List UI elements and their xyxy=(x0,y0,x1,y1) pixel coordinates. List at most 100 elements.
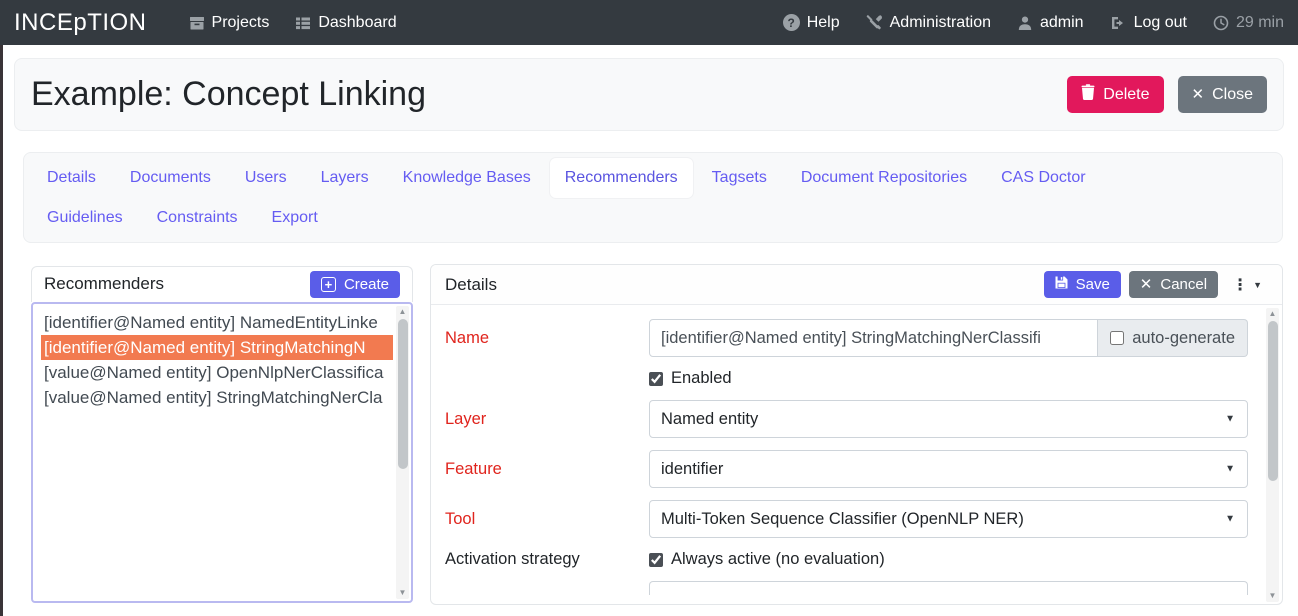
tab-constraints[interactable]: Constraints xyxy=(142,198,253,238)
recommender-list-item[interactable]: [value@Named entity] OpenNlpNerClassific… xyxy=(41,360,393,385)
name-label: Name xyxy=(445,329,649,348)
scrollbar-thumb[interactable] xyxy=(398,319,408,469)
nav-dashboard-label: Dashboard xyxy=(318,14,396,32)
scroll-down-arrow-icon[interactable]: ▼ xyxy=(1266,590,1279,602)
scroll-up-arrow-icon[interactable]: ▲ xyxy=(396,306,409,318)
always-active-label: Always active (no evaluation) xyxy=(671,550,885,569)
details-panel-title: Details xyxy=(445,275,497,295)
session-timer: 29 min xyxy=(1213,14,1284,32)
recommenders-panel-title: Recommenders xyxy=(44,274,164,294)
tab-documents[interactable]: Documents xyxy=(115,158,226,198)
chevron-down-icon: ▼ xyxy=(1225,414,1235,425)
nav-user-label: admin xyxy=(1040,14,1084,32)
scroll-down-arrow-icon[interactable]: ▼ xyxy=(396,587,409,599)
auto-generate-label: auto-generate xyxy=(1132,329,1235,348)
tool-field-row: Tool Multi-Token Sequence Classifier (Op… xyxy=(445,500,1248,538)
activation-strategy-label: Activation strategy xyxy=(445,550,649,569)
always-active-check-row: Always active (no evaluation) xyxy=(649,550,1248,569)
layer-select[interactable]: Named entity ▼ xyxy=(649,400,1248,438)
tab-recommenders[interactable]: Recommenders xyxy=(550,158,693,198)
user-icon xyxy=(1017,15,1033,31)
enabled-checkbox[interactable] xyxy=(649,372,663,386)
page-title: Example: Concept Linking xyxy=(31,75,426,114)
tab-users[interactable]: Users xyxy=(230,158,302,198)
tab-document-repositories[interactable]: Document Repositories xyxy=(786,158,982,198)
activation-strategy-row: Activation strategy Always active (no ev… xyxy=(445,550,1248,569)
cancel-button-label: Cancel xyxy=(1160,276,1207,293)
nav-user[interactable]: admin xyxy=(1017,14,1084,32)
delete-button[interactable]: Delete xyxy=(1067,76,1163,113)
list-scrollbar[interactable]: ▲ ▼ xyxy=(396,306,409,599)
clipped-field-row xyxy=(445,581,1248,595)
save-button-label: Save xyxy=(1076,276,1110,293)
layer-select-value: Named entity xyxy=(661,410,758,429)
archive-icon xyxy=(189,15,205,31)
details-panel-header: Details Save ✕ Cancel ⋮ ▼ xyxy=(431,265,1282,305)
recommenders-panel: Recommenders + Create [identifier@Named … xyxy=(31,266,413,603)
nav-administration-label: Administration xyxy=(890,14,991,32)
more-actions-dropdown[interactable]: ⋮ ▼ xyxy=(1226,271,1268,299)
always-active-checkbox[interactable] xyxy=(649,553,663,567)
enabled-label: Enabled xyxy=(671,369,732,388)
nav-projects[interactable]: Projects xyxy=(189,14,270,32)
cancel-icon: ✕ xyxy=(1140,277,1153,292)
project-title-card: Example: Concept Linking Delete ✕ Close xyxy=(14,58,1284,131)
tab-row-1: Details Documents Users Layers Knowledge… xyxy=(32,158,1274,198)
layer-label: Layer xyxy=(445,410,649,429)
app-brand[interactable]: INCEpTION xyxy=(14,9,147,37)
enabled-field-row: Enabled xyxy=(445,369,1248,388)
tab-knowledge-bases[interactable]: Knowledge Bases xyxy=(388,158,546,198)
tab-details[interactable]: Details xyxy=(32,158,111,198)
recommender-list-item[interactable]: [identifier@Named entity] NamedEntityLin… xyxy=(41,310,393,335)
list-icon xyxy=(295,15,311,31)
layer-field-row: Layer Named entity ▼ xyxy=(445,400,1248,438)
chevron-down-icon: ▼ xyxy=(1253,280,1262,290)
tab-cas-doctor[interactable]: CAS Doctor xyxy=(986,158,1100,198)
enabled-check-row: Enabled xyxy=(649,369,1248,388)
auto-generate-checkbox[interactable] xyxy=(1110,331,1124,345)
cancel-button[interactable]: ✕ Cancel xyxy=(1129,271,1218,298)
trash-icon xyxy=(1081,84,1095,105)
kebab-icon: ⋮ xyxy=(1232,275,1248,295)
chevron-down-icon: ▼ xyxy=(1225,514,1235,525)
nav-projects-label: Projects xyxy=(212,14,270,32)
navbar-right-menu: ? Help Administration admin Log out 29 xyxy=(783,14,1284,32)
close-button[interactable]: ✕ Close xyxy=(1178,76,1267,113)
create-recommender-button[interactable]: + Create xyxy=(310,271,400,298)
delete-button-label: Delete xyxy=(1103,86,1149,104)
feature-select[interactable]: identifier ▼ xyxy=(649,450,1248,488)
details-scrollbar[interactable]: ▲ ▼ xyxy=(1266,308,1279,602)
recommender-list-item[interactable]: [value@Named entity] StringMatchingNerCl… xyxy=(41,385,393,410)
scroll-up-arrow-icon[interactable]: ▲ xyxy=(1266,308,1279,320)
tab-export[interactable]: Export xyxy=(257,198,333,238)
tool-select[interactable]: Multi-Token Sequence Classifier (OpenNLP… xyxy=(649,500,1248,538)
feature-label: Feature xyxy=(445,460,649,479)
nav-logout[interactable]: Log out xyxy=(1110,14,1187,32)
details-form: Name auto-generate Enabled xyxy=(431,305,1282,605)
details-actions: Save ✕ Cancel ⋮ ▼ xyxy=(1044,271,1268,299)
close-icon: ✕ xyxy=(1192,87,1205,102)
clipped-input[interactable] xyxy=(649,581,1248,595)
chevron-down-icon: ▼ xyxy=(1225,464,1235,475)
navbar-left-menu: Projects Dashboard xyxy=(189,14,397,32)
window-edge xyxy=(0,45,3,616)
recommenders-listbox[interactable]: [identifier@Named entity] NamedEntityLin… xyxy=(31,302,413,603)
tab-guidelines[interactable]: Guidelines xyxy=(32,198,138,238)
details-panel: Details Save ✕ Cancel ⋮ ▼ Name xyxy=(430,264,1283,605)
scrollbar-thumb[interactable] xyxy=(1268,321,1278,481)
close-button-label: Close xyxy=(1212,86,1253,104)
save-icon xyxy=(1055,276,1068,293)
name-input[interactable] xyxy=(649,319,1098,357)
nav-help[interactable]: ? Help xyxy=(783,14,840,32)
tab-row-2: Guidelines Constraints Export xyxy=(32,198,1274,238)
tools-icon xyxy=(866,14,883,31)
plus-square-icon: + xyxy=(321,277,336,292)
tool-select-value: Multi-Token Sequence Classifier (OpenNLP… xyxy=(661,510,1024,529)
nav-dashboard[interactable]: Dashboard xyxy=(295,14,396,32)
tab-layers[interactable]: Layers xyxy=(306,158,384,198)
tab-tagsets[interactable]: Tagsets xyxy=(697,158,782,198)
recommender-list-item-selected[interactable]: [identifier@Named entity] StringMatching… xyxy=(41,335,393,360)
save-button[interactable]: Save xyxy=(1044,271,1121,298)
nav-administration[interactable]: Administration xyxy=(866,14,991,32)
feature-field-row: Feature identifier ▼ xyxy=(445,450,1248,488)
